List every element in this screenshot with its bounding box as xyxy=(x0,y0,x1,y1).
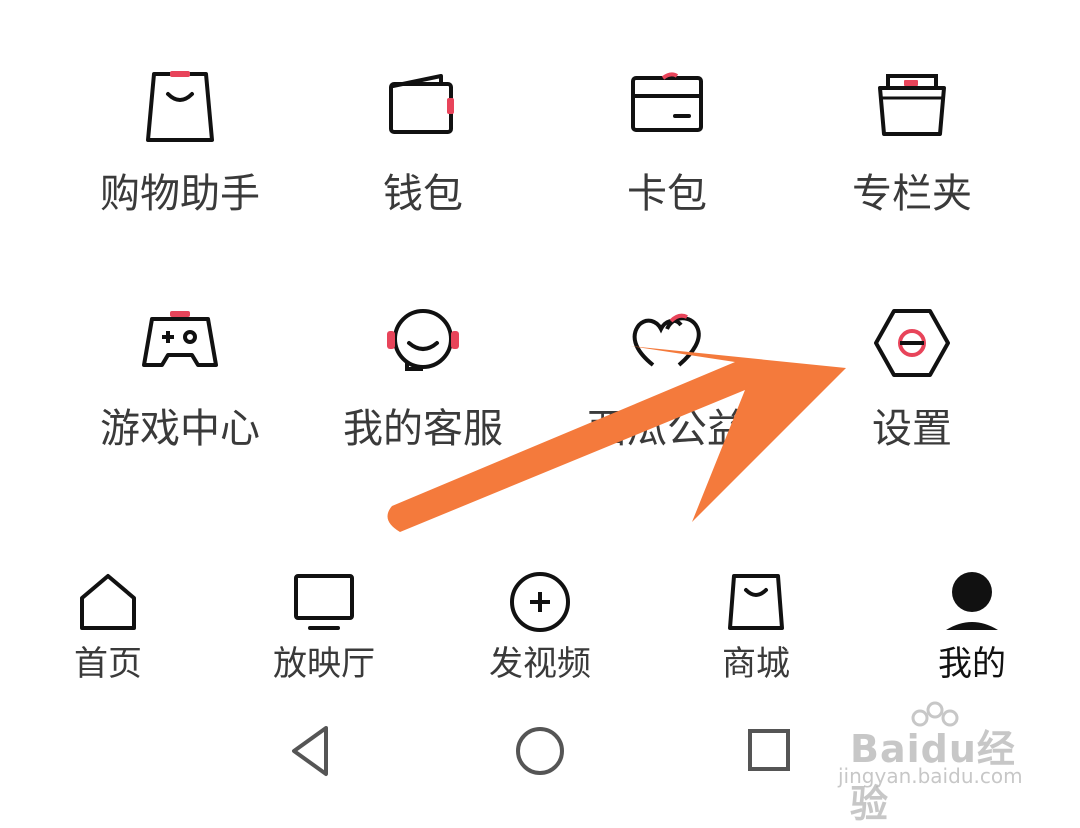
shopping-bag-icon xyxy=(728,574,784,630)
grid-label: 钱包 xyxy=(383,171,463,217)
tab-label: 商城 xyxy=(722,644,790,684)
plus-circle-icon xyxy=(510,572,570,632)
tab-label: 发视频 xyxy=(489,644,591,684)
watermark-url: jingyan.baidu.com xyxy=(838,764,1023,788)
grid-label: 卡包 xyxy=(627,171,707,217)
settings-hexagon-icon xyxy=(874,309,950,377)
back-nav-icon[interactable] xyxy=(286,722,334,780)
grid-item-xigua-charity[interactable]: 西瓜公益 xyxy=(547,303,787,453)
home-nav-icon[interactable] xyxy=(514,722,566,780)
grid-label: 购物助手 xyxy=(100,171,260,217)
tab-post-video[interactable]: 发视频 xyxy=(440,570,640,684)
tab-label: 首页 xyxy=(74,644,142,684)
home-icon xyxy=(80,574,136,630)
baidu-jingyan-watermark: Baidu经验 jingyan.baidu.com xyxy=(820,700,1023,826)
tv-icon xyxy=(294,574,354,630)
grid-label: 西瓜公益 xyxy=(587,406,747,452)
tab-label: 放映厅 xyxy=(273,644,375,684)
card-icon xyxy=(631,72,703,132)
grid-label: 专栏夹 xyxy=(852,171,972,217)
hearts-icon xyxy=(632,313,701,367)
gamepad-icon xyxy=(142,311,218,367)
grid-label: 游戏中心 xyxy=(100,406,260,452)
shopping-bag-icon xyxy=(146,71,214,142)
grid-item-settings[interactable]: 设置 xyxy=(792,303,1032,453)
tab-cinema[interactable]: 放映厅 xyxy=(224,570,424,684)
folder-icon xyxy=(878,74,946,136)
grid-label: 我的客服 xyxy=(343,406,503,452)
tab-me[interactable]: 我的 xyxy=(872,570,1072,684)
user-icon xyxy=(946,572,998,630)
grid-item-wallet[interactable]: 钱包 xyxy=(303,68,543,218)
headset-icon xyxy=(387,309,459,371)
tab-mall[interactable]: 商城 xyxy=(656,570,856,684)
grid-item-card-pack[interactable]: 卡包 xyxy=(547,68,787,218)
grid-item-customer-service[interactable]: 我的客服 xyxy=(303,303,543,453)
wallet-icon xyxy=(389,74,454,134)
tab-home[interactable]: 首页 xyxy=(8,570,208,684)
grid-label: 设置 xyxy=(872,406,952,452)
tab-label: 我的 xyxy=(938,644,1006,684)
grid-item-game-center[interactable]: 游戏中心 xyxy=(60,303,300,453)
recents-nav-icon[interactable] xyxy=(744,722,794,780)
grid-item-shopping-assistant[interactable]: 购物助手 xyxy=(60,68,300,218)
grid-item-column-folder[interactable]: 专栏夹 xyxy=(792,68,1032,218)
